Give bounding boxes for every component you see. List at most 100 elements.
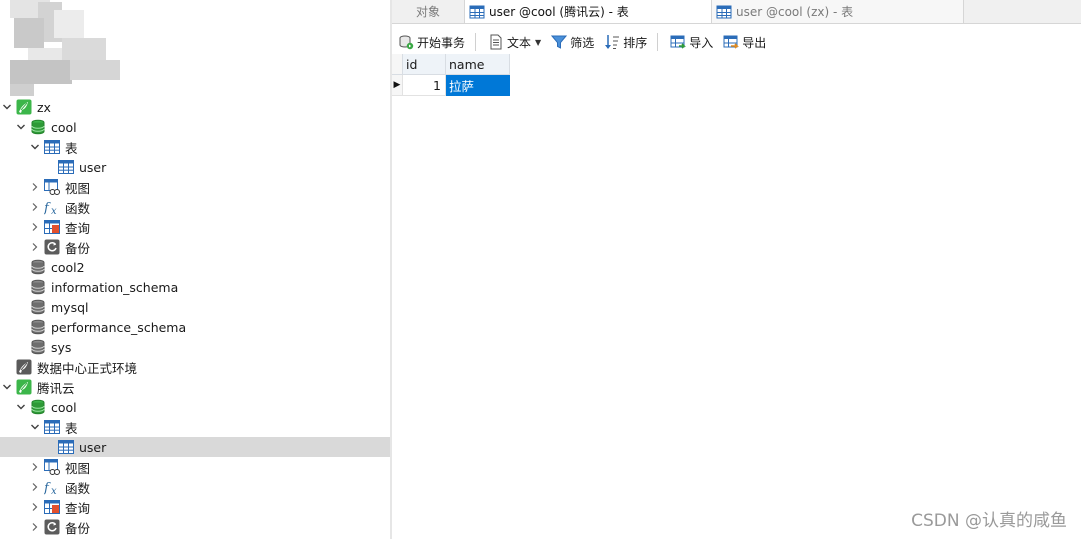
column-header-name[interactable]: name — [446, 54, 510, 75]
row-header-corner — [392, 54, 403, 75]
database-icon — [30, 299, 46, 315]
navigation-tree: zx cool 表 user 视图 f x 函数 查询 备份 cool2 information_sc… — [0, 0, 390, 539]
text-icon — [488, 34, 504, 50]
tree-item-cool2[interactable]: cool2 — [0, 257, 390, 277]
tree-item-zx[interactable]: zx — [0, 97, 390, 117]
chevron-right-icon[interactable] — [28, 497, 42, 517]
connection-icon — [16, 379, 32, 395]
tree-item-performance_schema[interactable]: performance_schema — [0, 317, 390, 337]
transaction-icon — [398, 34, 414, 50]
chevron-right-icon[interactable] — [28, 517, 42, 537]
tree-item-user[interactable]: user — [0, 437, 390, 457]
tree-item-label: 函数 — [65, 480, 91, 496]
tree-item-label: zx — [37, 99, 51, 115]
tree-item-备份[interactable]: 备份 — [0, 517, 390, 537]
tree-item-label: cool — [51, 399, 77, 415]
tree-item-函数[interactable]: f x 函数 — [0, 197, 390, 217]
tree-item-mysql[interactable]: mysql — [0, 297, 390, 317]
backup-icon — [44, 519, 60, 535]
function-icon: fx — [44, 479, 60, 495]
tree-item-label: 腾讯云 — [37, 380, 75, 396]
chevron-down-icon: ▼ — [535, 37, 542, 47]
tab-user-cool-tencent[interactable]: user @cool (腾讯云) - 表 — [464, 0, 712, 23]
tree-item-查询[interactable]: 查询 — [0, 497, 390, 517]
tree-item-label: 视图 — [65, 460, 91, 476]
tab-bar: 对象 user @cool (腾讯云) - 表 user @cool (zx) … — [392, 0, 1081, 24]
query-icon — [44, 499, 60, 515]
column-header-id[interactable]: id — [403, 54, 446, 75]
database-open-icon — [30, 119, 46, 135]
tab-user-cool-zx[interactable]: user @cool (zx) - 表 — [712, 0, 964, 23]
database-icon — [30, 319, 46, 335]
database-icon — [30, 259, 46, 275]
chevron-right-icon[interactable] — [28, 197, 42, 217]
text-view-button[interactable]: 文本 ▼ — [482, 31, 545, 53]
tree-item-label: 函数 — [65, 200, 91, 216]
tree-item-cool[interactable]: cool — [0, 397, 390, 417]
filter-icon — [551, 34, 568, 50]
view-icon — [44, 179, 60, 195]
backup-icon — [44, 239, 60, 255]
svg-text:x: x — [51, 486, 57, 495]
chevron-right-icon[interactable] — [28, 237, 42, 257]
tree-item-label: user — [79, 439, 107, 455]
export-icon — [723, 34, 740, 50]
tree-item-user[interactable]: user — [0, 157, 390, 177]
chevron-right-icon[interactable] — [28, 477, 42, 497]
chevron-down-icon[interactable] — [0, 377, 14, 397]
filter-button[interactable]: 筛选 — [545, 31, 598, 53]
tree-item-查询[interactable]: 查询 — [0, 217, 390, 237]
chevron-down-icon[interactable] — [14, 397, 28, 417]
svg-text:f: f — [44, 201, 51, 215]
current-row-arrow-icon: ▶ — [393, 80, 401, 90]
connection-icon — [16, 99, 32, 115]
database-open-icon — [30, 399, 46, 415]
tree-item-表[interactable]: 表 — [0, 137, 390, 157]
sort-button[interactable]: 排序 — [598, 31, 651, 53]
table-cell-name[interactable]: 拉萨 — [446, 75, 510, 96]
chevron-down-icon[interactable] — [28, 417, 42, 437]
import-icon — [670, 34, 687, 50]
tree-item-label: 数据中心正式环境 — [37, 360, 138, 376]
tree-item-视图[interactable]: 视图 — [0, 457, 390, 477]
table-folder-icon — [44, 139, 60, 155]
begin-transaction-button[interactable]: 开始事务 — [392, 31, 469, 53]
tree-item-label: 表 — [65, 420, 78, 436]
export-button[interactable]: 导出 — [717, 31, 770, 53]
svg-text:x: x — [51, 206, 57, 215]
tree-item-腾讯云[interactable]: 腾讯云 — [0, 377, 390, 397]
tree-item-视图[interactable]: 视图 — [0, 177, 390, 197]
table-icon — [58, 439, 74, 455]
tree-item-label: cool2 — [51, 259, 85, 275]
chevron-down-icon[interactable] — [14, 117, 28, 137]
import-button[interactable]: 导入 — [664, 31, 717, 53]
tree-item-label: 备份 — [65, 240, 91, 256]
tree-item-label: 备份 — [65, 520, 91, 536]
table-folder-icon — [44, 419, 60, 435]
tab-objects[interactable]: 对象 — [392, 0, 464, 23]
tree-item-label: mysql — [51, 299, 89, 315]
tree-item-label: cool — [51, 119, 77, 135]
table-cell-id[interactable]: 1 — [403, 75, 446, 96]
row-indicator[interactable]: ▶ — [392, 75, 403, 96]
toolbar: 开始事务 文本 ▼ 筛选 排序 导入 导出 — [392, 30, 1081, 54]
tree-item-label: sys — [51, 339, 72, 355]
chevron-right-icon[interactable] — [28, 177, 42, 197]
tree-item-information_schema[interactable]: information_schema — [0, 277, 390, 297]
chevron-down-icon[interactable] — [0, 97, 14, 117]
obscured-region — [10, 0, 122, 96]
tree-item-函数[interactable]: f x 函数 — [0, 477, 390, 497]
tree-item-cool[interactable]: cool — [0, 117, 390, 137]
tree-item-数据中心正式环境[interactable]: 数据中心正式环境 — [0, 357, 390, 377]
chevron-right-icon[interactable] — [28, 217, 42, 237]
chevron-right-icon[interactable] — [28, 457, 42, 477]
connection-closed-icon — [16, 359, 32, 375]
query-icon — [44, 219, 60, 235]
tree-item-label: 表 — [65, 140, 78, 156]
function-icon: fx — [44, 199, 60, 215]
tree-item-表[interactable]: 表 — [0, 417, 390, 437]
tree-item-label: information_schema — [51, 279, 179, 295]
tree-item-备份[interactable]: 备份 — [0, 237, 390, 257]
chevron-down-icon[interactable] — [28, 137, 42, 157]
tree-item-sys[interactable]: sys — [0, 337, 390, 357]
